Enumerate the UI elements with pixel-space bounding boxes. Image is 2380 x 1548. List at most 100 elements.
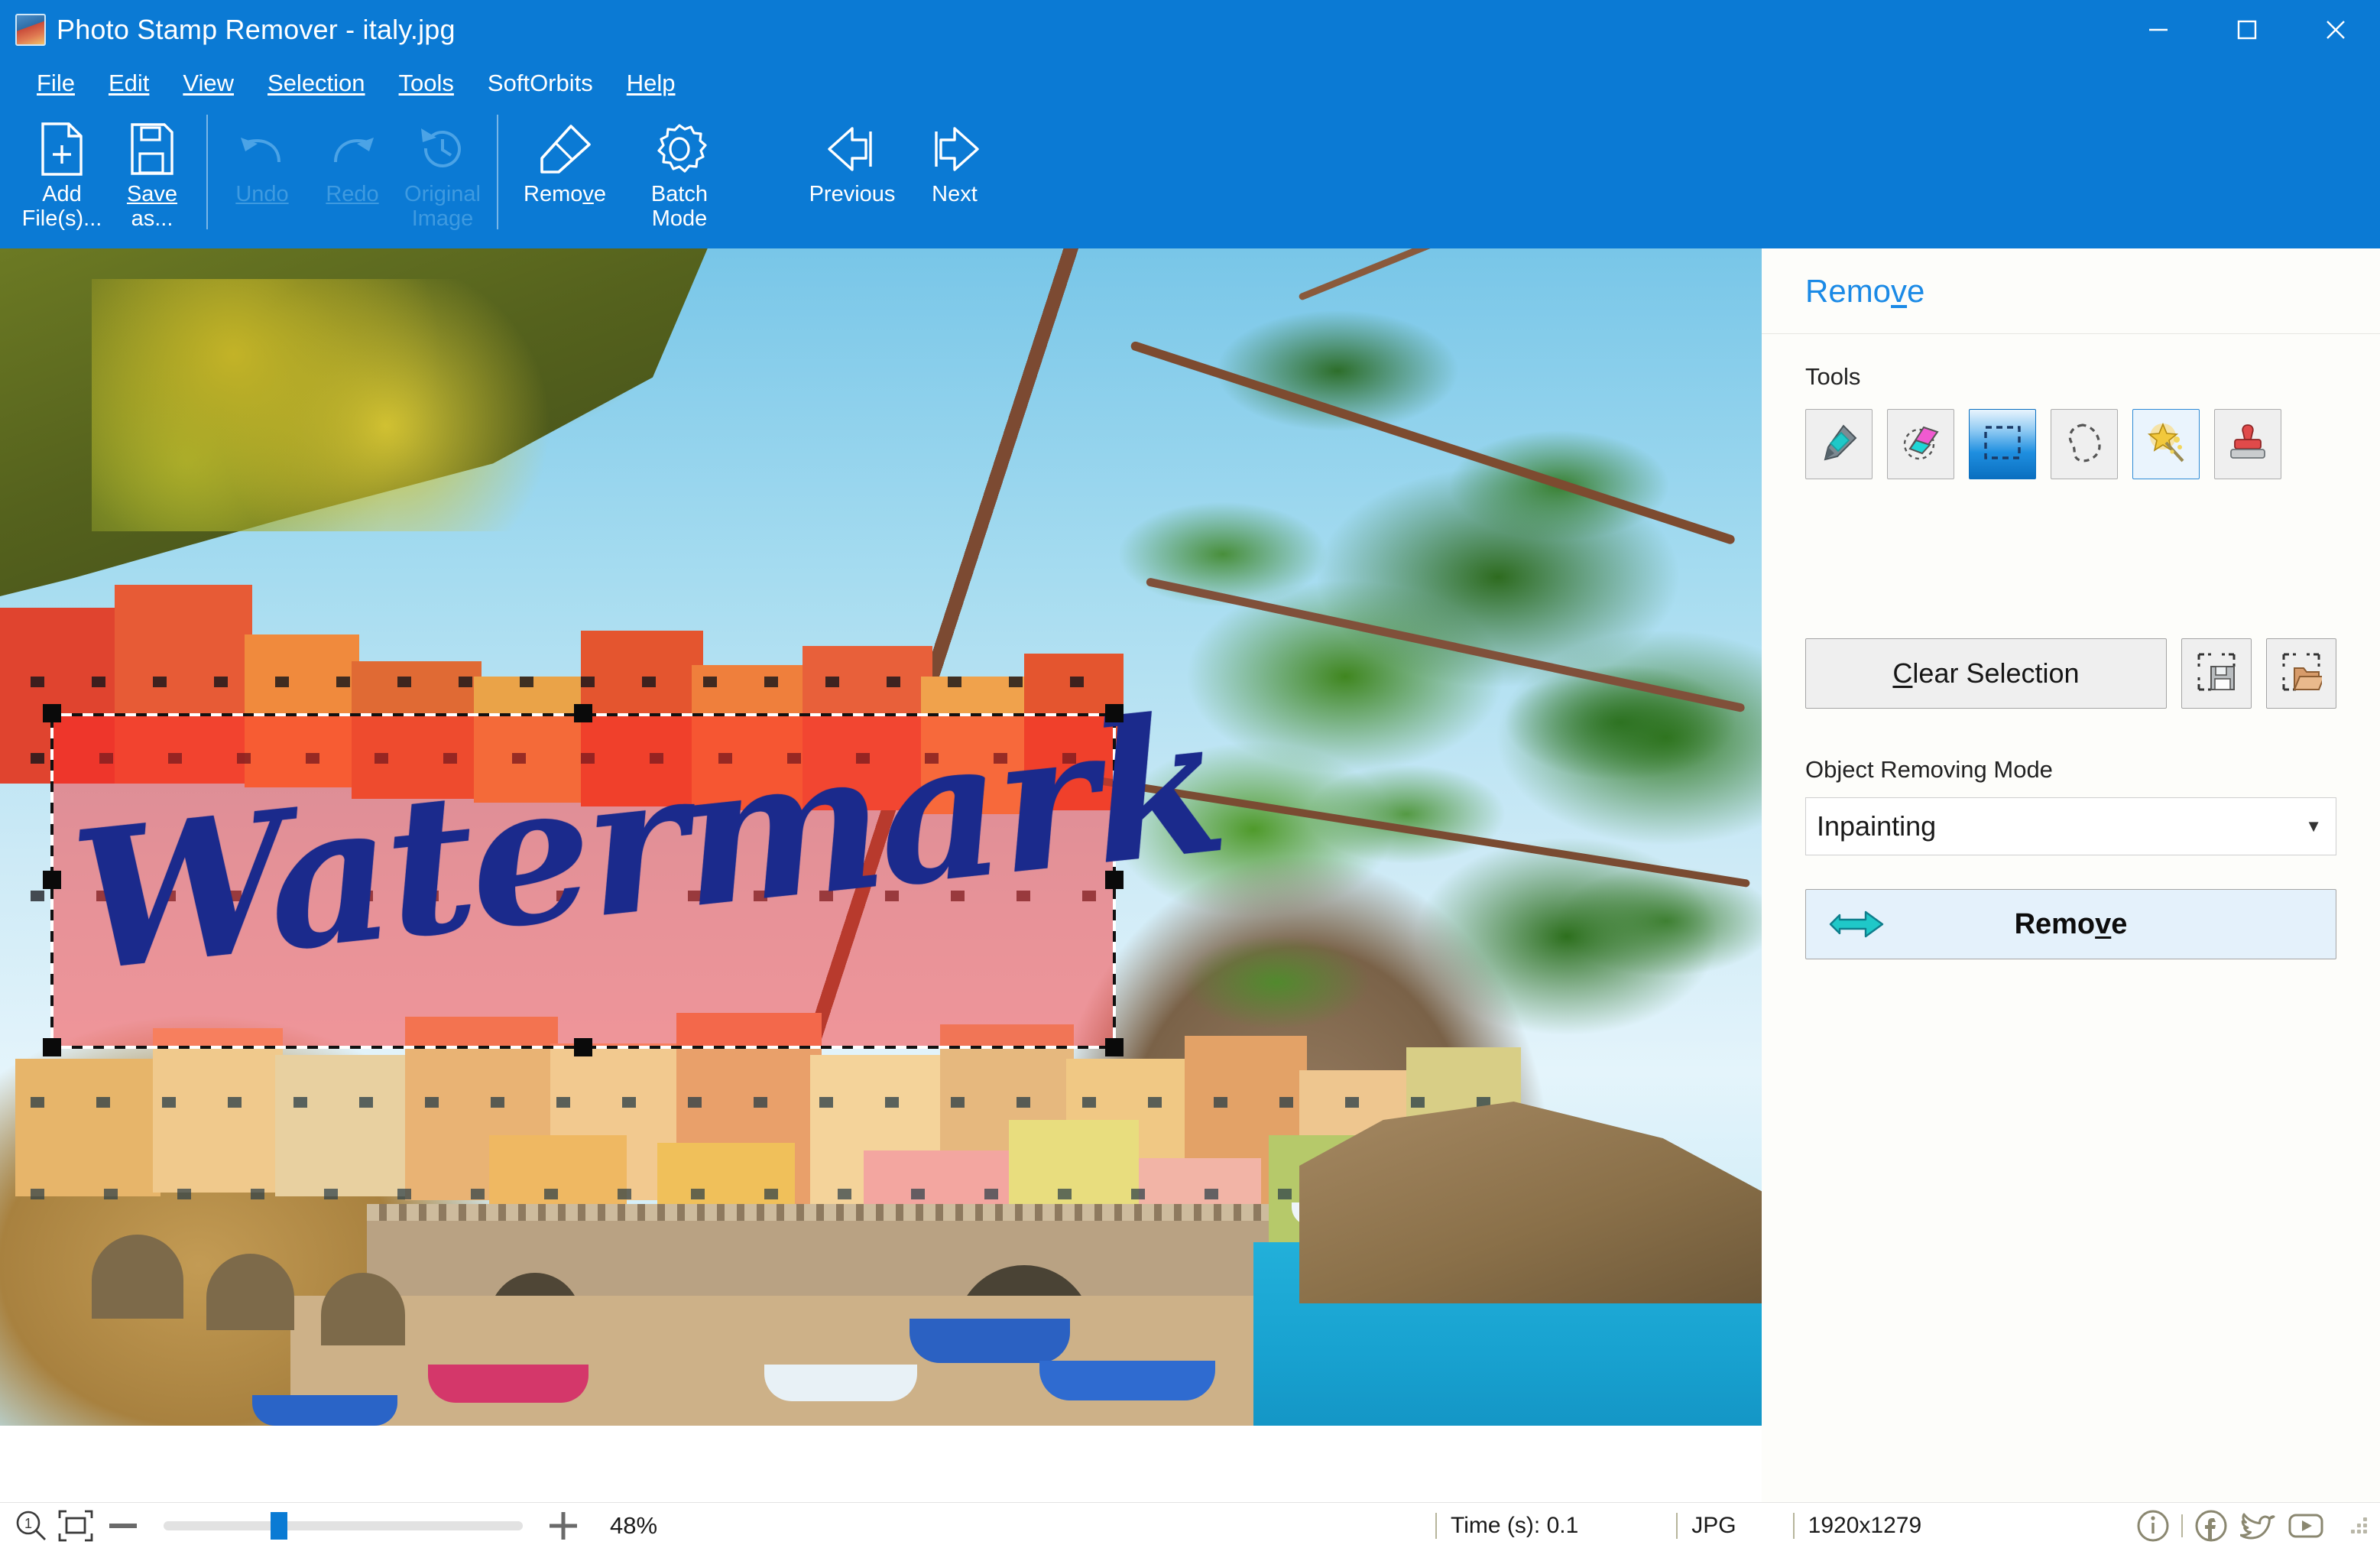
toolbar-redo-label: Redo xyxy=(326,182,378,206)
redo-icon xyxy=(325,119,380,179)
save-selection-button[interactable] xyxy=(2181,638,2252,709)
main-toolbar: Add File(s)... Save as... Undo Redo Orig… xyxy=(0,107,2380,248)
menu-item-edit[interactable]: Edit xyxy=(92,65,166,102)
load-selection-button[interactable] xyxy=(2266,638,2336,709)
menu-item-help[interactable]: Help xyxy=(610,65,692,102)
magic-wand-icon xyxy=(2145,421,2187,468)
object-removing-mode-label: Object Removing Mode xyxy=(1805,756,2053,783)
toolbar-add-files-label: Add File(s)... xyxy=(22,182,102,232)
panel-header: Remove xyxy=(1762,248,2380,334)
selection-handle-top-right[interactable] xyxy=(1105,704,1124,722)
toolbar-original-image-label: Original Image xyxy=(404,182,481,232)
original-image-icon xyxy=(415,119,470,179)
menu-item-file[interactable]: File xyxy=(20,65,92,102)
eraser-tool-button[interactable] xyxy=(1887,409,1954,479)
gear-icon xyxy=(651,119,708,179)
application-window: Photo Stamp Remover - italy.jpg File Edi… xyxy=(0,0,2380,1548)
arrow-left-icon xyxy=(823,119,881,179)
fit-to-screen-button[interactable] xyxy=(52,1509,99,1543)
close-button[interactable] xyxy=(2291,0,2380,60)
right-panel: Remove Tools Clear Selection Object Remo… xyxy=(1762,248,2380,1502)
object-removing-mode-select[interactable]: Inpainting ▼ xyxy=(1805,797,2336,855)
menu-softorbits-label: SoftOrbits xyxy=(487,70,593,96)
tools-section-label: Tools xyxy=(1805,363,1861,390)
panel-title: Remove xyxy=(1805,272,1925,309)
menu-bar: File Edit View Selection Tools SoftOrbit… xyxy=(0,60,2380,107)
zoom-slider[interactable] xyxy=(164,1511,523,1540)
twitter-icon[interactable] xyxy=(2235,1507,2282,1544)
menu-item-tools[interactable]: Tools xyxy=(382,65,471,102)
selection-handle-bottom-left[interactable] xyxy=(43,1038,61,1056)
undo-line1: Undo xyxy=(235,182,289,206)
save-as-icon xyxy=(128,119,176,179)
status-divider-2 xyxy=(1676,1512,1678,1539)
toolbar-undo-button[interactable]: Undo xyxy=(217,107,307,241)
toolbar-remove-button[interactable]: Remove xyxy=(507,107,622,241)
magic-wand-tool-button[interactable] xyxy=(2132,409,2200,479)
zoom-actual-size-button[interactable]: 1 xyxy=(11,1508,52,1543)
image-canvas[interactable]: Watermark xyxy=(0,248,1762,1426)
save-as-line1: Save xyxy=(126,182,178,206)
zoom-out-button[interactable] xyxy=(99,1518,147,1533)
toolbar-batch-mode-button[interactable]: Batch Mode xyxy=(622,107,737,241)
tools-palette xyxy=(1805,409,2336,479)
selection-handle-middle-right[interactable] xyxy=(1105,871,1124,889)
toolbar-previous-label: Previous xyxy=(809,182,896,206)
toolbar-next-button[interactable]: Next xyxy=(910,107,1000,241)
zoom-percent-label: 48% xyxy=(610,1511,658,1539)
menu-tools-label: Tools xyxy=(398,70,454,96)
facebook-icon[interactable] xyxy=(2187,1507,2235,1544)
menu-item-view[interactable]: View xyxy=(166,65,251,102)
selection-handle-bottom-right[interactable] xyxy=(1105,1038,1124,1056)
toolbar-batch-mode-label: Batch Mode xyxy=(651,182,708,232)
rectangle-select-tool-button[interactable] xyxy=(1969,409,2036,479)
zoom-in-button[interactable] xyxy=(540,1509,587,1543)
toolbar-previous-button[interactable]: Previous xyxy=(795,107,910,241)
selection-handle-top-left[interactable] xyxy=(43,704,61,722)
toolbar-add-files-button[interactable]: Add File(s)... xyxy=(17,107,107,241)
window-title: Photo Stamp Remover - italy.jpg xyxy=(57,14,456,45)
marker-tool-button[interactable] xyxy=(1805,409,1873,479)
selection-handle-top-center[interactable] xyxy=(574,704,592,722)
status-social-group xyxy=(2129,1507,2380,1544)
remove-action-button[interactable]: Remove xyxy=(1805,889,2336,959)
save-as-line2: as... xyxy=(131,206,173,232)
maximize-button[interactable] xyxy=(2203,0,2291,60)
info-icon[interactable] xyxy=(2129,1507,2177,1544)
toolbar-redo-button[interactable]: Redo xyxy=(307,107,397,241)
clear-selection-label: Clear Selection xyxy=(1892,657,2080,689)
minimize-button[interactable] xyxy=(2114,0,2203,60)
menu-item-selection[interactable]: Selection xyxy=(251,65,382,102)
arrow-right-icon xyxy=(926,119,984,179)
stamp-tool-button[interactable] xyxy=(2214,409,2281,479)
batch-line2: Mode xyxy=(651,206,708,232)
load-selection-icon xyxy=(2281,651,2326,696)
window-controls xyxy=(2114,0,2380,60)
youtube-icon[interactable] xyxy=(2282,1507,2330,1544)
svg-text:1: 1 xyxy=(24,1516,32,1531)
selection-handle-middle-left[interactable] xyxy=(43,871,61,889)
status-divider-3 xyxy=(1792,1512,1795,1539)
clear-selection-button[interactable]: Clear Selection xyxy=(1805,638,2167,709)
redo-line1: Redo xyxy=(326,182,379,206)
original-line1: Original xyxy=(404,182,481,206)
resize-grip[interactable] xyxy=(2349,1516,2369,1536)
lasso-select-tool-button[interactable] xyxy=(2051,409,2118,479)
remove-label-text: Remove xyxy=(524,182,606,206)
toolbar-original-image-button[interactable]: Original Image xyxy=(397,107,488,241)
menu-item-softorbits[interactable]: SoftOrbits xyxy=(471,65,610,102)
selection-handle-bottom-center[interactable] xyxy=(574,1038,592,1056)
add-files-line1: Add xyxy=(42,182,82,206)
app-icon xyxy=(15,14,46,46)
toolbar-save-as-button[interactable]: Save as... xyxy=(107,107,197,241)
eraser-icon xyxy=(536,119,594,179)
image-dimensions-label: 1920x1279 xyxy=(1808,1512,1922,1538)
status-bar: 1 48% Time (s): 0.1 JPG 1920x1279 xyxy=(0,1502,2380,1548)
lasso-icon xyxy=(2064,422,2104,467)
zoom-slider-knob[interactable] xyxy=(271,1511,287,1540)
chevron-down-icon: ▼ xyxy=(2305,816,2322,836)
arrow-right-icon xyxy=(1829,907,1886,941)
status-divider-4 xyxy=(2181,1514,2183,1537)
save-selection-icon xyxy=(2196,651,2237,696)
toolbar-next-label: Next xyxy=(932,182,978,206)
